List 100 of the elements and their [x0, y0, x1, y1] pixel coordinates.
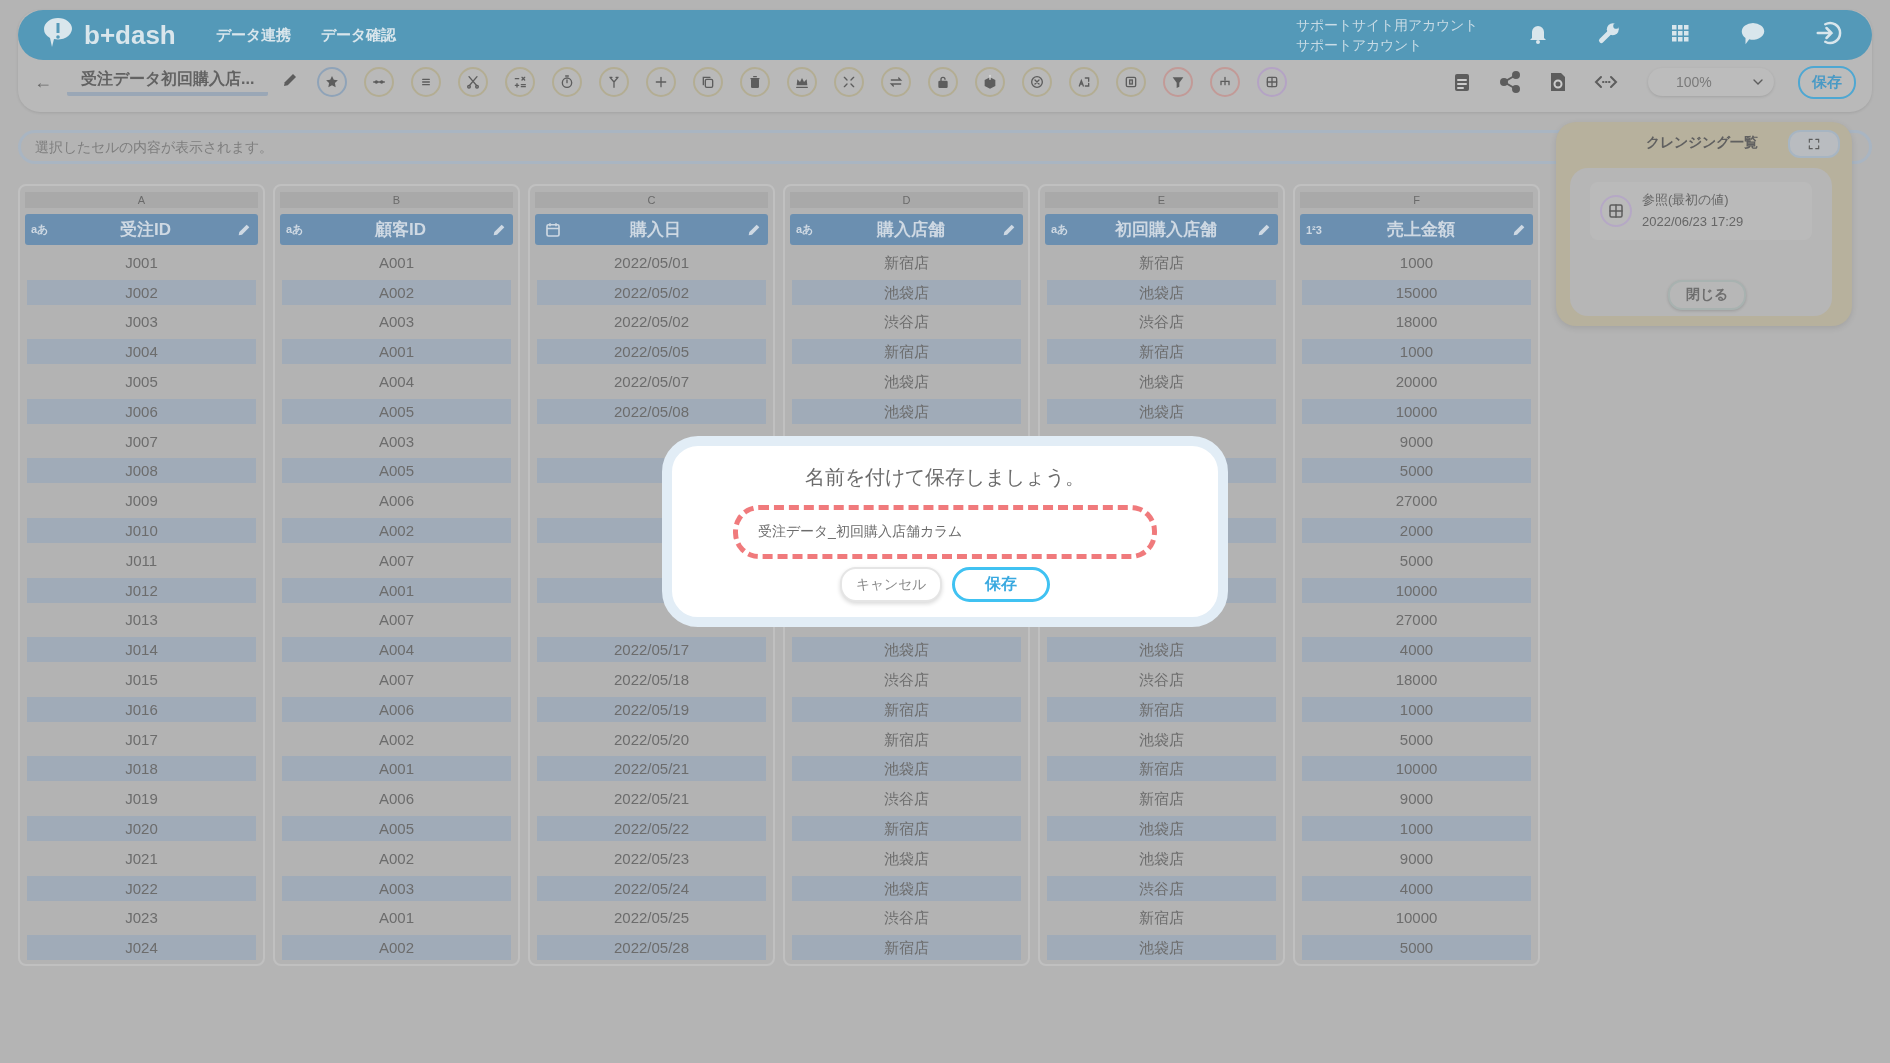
type-label: aあ [796, 222, 815, 237]
type-label: aあ [286, 222, 305, 237]
table-cell: 池袋店 [1047, 815, 1276, 841]
table-cell: 2022/05/24 [537, 875, 766, 901]
table-cell-text: 20000 [1394, 372, 1439, 392]
table-cell: J008 [27, 458, 256, 484]
zoom-select[interactable]: 100% [1648, 68, 1774, 96]
account-name: サポートサイト用アカウント [1296, 16, 1478, 35]
table-cell: 10000 [1302, 398, 1531, 424]
table-cell-text: 渋谷店 [883, 669, 930, 690]
save-button[interactable]: 保存 [952, 567, 1050, 602]
column-header[interactable]: aあ 初回購入店舗 [1045, 214, 1278, 245]
table-cell: J010 [27, 517, 256, 543]
table-cell-text: 9000 [1398, 789, 1435, 810]
table-cell: 池袋店 [1047, 398, 1276, 424]
table-cell: 5000 [1302, 458, 1531, 484]
table-cell: A001 [282, 339, 511, 365]
dialog-title: 名前を付けて保存しましょう。 [805, 465, 1085, 490]
table-cell-text: J019 [124, 789, 159, 810]
panel-title: クレンジング一覧 [1646, 134, 1758, 152]
table-cell-text: J013 [124, 610, 159, 631]
table-cell-text: 池袋店 [1138, 372, 1185, 392]
table-cell-text: A006 [377, 789, 415, 810]
table-cell-text: 池袋店 [1138, 729, 1185, 750]
nav-link[interactable]: データ連携 [215, 25, 291, 45]
column-letter: F [1300, 192, 1533, 208]
table-cell-text: 9000 [1398, 848, 1435, 869]
table-cell-text: 1000 [1398, 252, 1435, 273]
table-cell: 池袋店 [792, 875, 1021, 901]
table-cell: 10000 [1302, 577, 1531, 603]
table-cell-text: A007 [377, 610, 415, 631]
table-cell-text: A002 [377, 848, 415, 869]
table-cell: 池袋店 [1047, 279, 1276, 305]
table-cell: 2022/05/22 [537, 815, 766, 841]
table-cell: J014 [27, 637, 256, 663]
table-cell: J024 [27, 935, 256, 961]
table-cell-text: 渋谷店 [1138, 669, 1185, 690]
table-cell-text: J015 [124, 669, 159, 690]
table-cell: 池袋店 [792, 637, 1021, 663]
table-cell-text: 2022/05/21 [612, 789, 691, 810]
table-cell: J006 [27, 398, 256, 424]
table-cell: J012 [27, 577, 256, 603]
table-cell: 新宿店 [792, 815, 1021, 841]
table-cell: A003 [282, 875, 511, 901]
table-cell: A005 [282, 458, 511, 484]
table-cell-text: 渋谷店 [883, 908, 930, 929]
table-cell-text: 2022/05/01 [612, 252, 691, 273]
table-cell-text: 2022/05/02 [612, 312, 691, 333]
table-cell: A001 [282, 756, 511, 782]
table-cell-text: 27000 [1394, 610, 1439, 631]
table-cell-text: 9000 [1398, 431, 1435, 452]
save-button[interactable]: 保存 [1798, 65, 1856, 99]
table-cell: J022 [27, 875, 256, 901]
table-cell-text: A003 [377, 312, 415, 333]
table-cell: 4000 [1302, 875, 1531, 901]
table-cell: 2022/05/17 [537, 637, 766, 663]
table-cell-text: 新宿店 [883, 729, 930, 750]
table-cell: 新宿店 [1047, 696, 1276, 722]
table-cell: 2022/05/02 [537, 279, 766, 305]
table-cell-text: 2022/05/25 [612, 908, 691, 929]
table-cell: 新宿店 [792, 696, 1021, 722]
column-letter: C [535, 192, 768, 208]
table-cell: 池袋店 [792, 398, 1021, 424]
cancel-button[interactable]: キャンセル [840, 567, 942, 602]
table-cell-text: 渋谷店 [1138, 312, 1185, 333]
table-cell-text: 5000 [1398, 550, 1435, 571]
column-header[interactable]: 購入日 [535, 214, 768, 245]
table-cell: J002 [27, 279, 256, 305]
table-cell-text: 池袋店 [883, 372, 930, 392]
table-cell-text: A004 [377, 372, 415, 392]
table-cell: J020 [27, 815, 256, 841]
table-cell: 池袋店 [1047, 637, 1276, 663]
table-cell: A002 [282, 517, 511, 543]
table-cell-text: A001 [377, 252, 415, 273]
sheet-title[interactable]: 受注データ初回購入店... [67, 68, 269, 96]
table-cell: 15000 [1302, 279, 1531, 305]
table-cell-text: J009 [124, 491, 159, 512]
nav-link[interactable]: データ確認 [320, 25, 396, 45]
item-time: 2022/06/23 17:29 [1642, 213, 1744, 231]
table-cell-text: A006 [377, 491, 415, 512]
column-header[interactable]: aあ 顧客ID [280, 214, 513, 245]
table-cell: J004 [27, 339, 256, 365]
column-header[interactable]: 1²3 売上金額 [1300, 214, 1533, 245]
column-letter: E [1045, 192, 1278, 208]
table-cell-text: 新宿店 [1138, 252, 1185, 273]
name-input-field[interactable]: 受注データ_初回購入店舗カラム [733, 505, 1157, 559]
back-arrow[interactable]: ← [34, 71, 52, 93]
close-button[interactable]: 閉じる [1668, 280, 1746, 310]
column-header[interactable]: aあ 受注ID [25, 214, 258, 245]
table-cell-text: J007 [124, 431, 159, 452]
cleansing-item[interactable]: 参照(最初の値) 2022/06/23 17:29 [1590, 182, 1812, 240]
table-cell: 2000 [1302, 517, 1531, 543]
logo-text: b+dash [84, 19, 176, 51]
table-cell-text: J023 [124, 908, 159, 929]
column-letter: D [790, 192, 1023, 208]
table-cell-text: 2022/05/18 [612, 669, 691, 690]
table-cell-text: A007 [377, 550, 415, 571]
column-header[interactable]: aあ 購入店舗 [790, 214, 1023, 245]
table-cell: A002 [282, 935, 511, 961]
account-name: サポートアカウント [1296, 36, 1423, 55]
